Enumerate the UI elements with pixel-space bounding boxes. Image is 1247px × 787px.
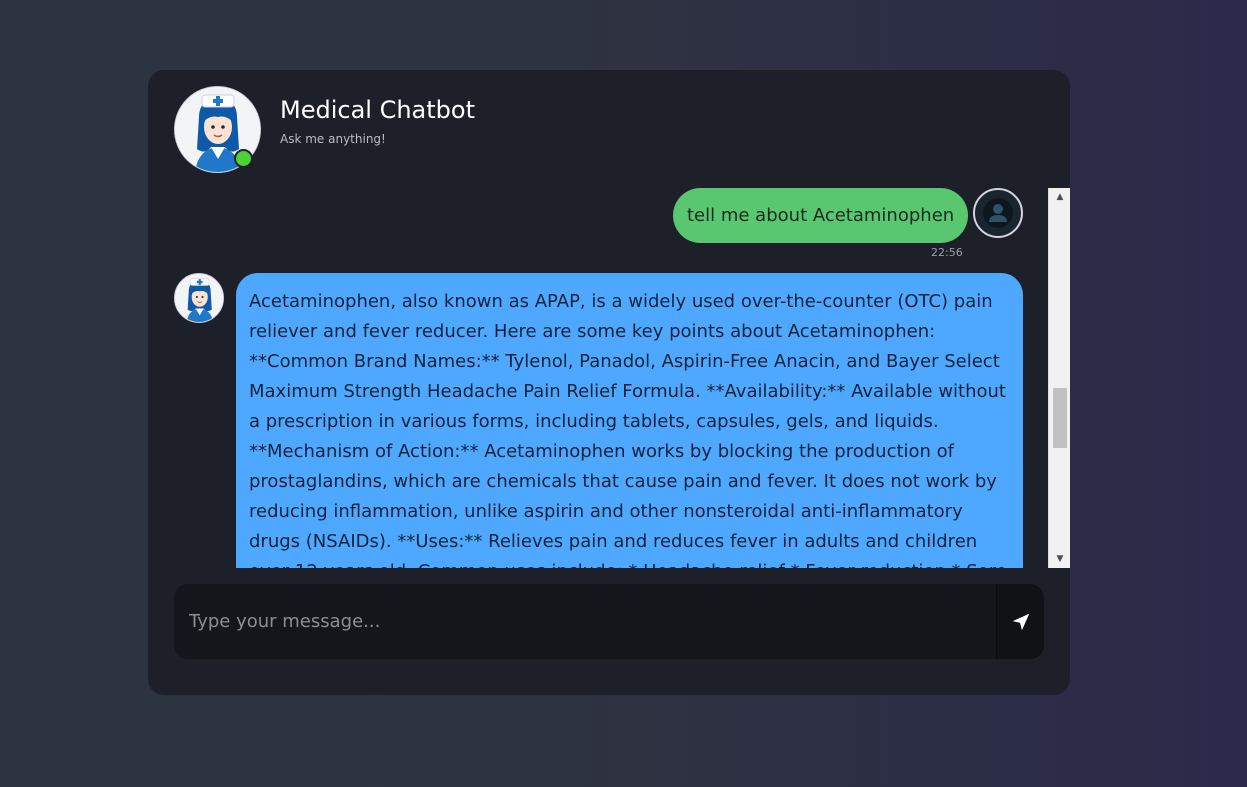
send-button[interactable] [996, 584, 1044, 659]
chat-subtitle: Ask me anything! [280, 132, 386, 146]
user-icon [983, 198, 1013, 228]
user-avatar [973, 188, 1023, 238]
message-scrollbar[interactable]: ▲ ▼ [1048, 188, 1070, 568]
message-input[interactable] [174, 584, 996, 659]
scroll-down-icon[interactable]: ▼ [1049, 550, 1070, 568]
message-composer [174, 584, 1044, 659]
chat-title: Medical Chatbot [280, 96, 475, 124]
scrollbar-thumb[interactable] [1053, 388, 1067, 448]
scroll-up-icon[interactable]: ▲ [1049, 188, 1070, 206]
bot-message-avatar [174, 273, 224, 323]
nurse-icon [175, 274, 223, 322]
chat-header: Medical Chatbot Ask me anything! [148, 70, 1070, 180]
online-status-indicator [234, 149, 253, 168]
user-message-bubble: tell me about Acetaminophen [673, 188, 969, 243]
message-list[interactable]: tell me about Acetaminophen 22:56 Acetam… [148, 188, 1048, 568]
send-icon [1012, 613, 1029, 630]
message-timestamp: 22:56 [931, 246, 963, 259]
bot-message-bubble: Acetaminophen, also known as APAP, is a … [236, 273, 1023, 568]
chat-window: Medical Chatbot Ask me anything! tell me… [148, 70, 1070, 695]
